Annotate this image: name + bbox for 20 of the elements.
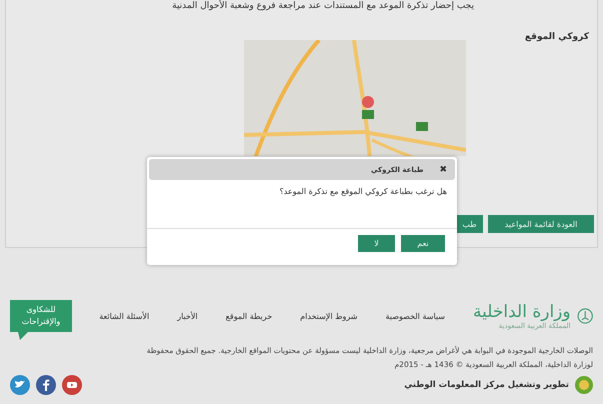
no-button[interactable]: لا <box>358 235 395 252</box>
back-button[interactable]: العودة لقائمة المواعيد <box>488 215 594 233</box>
speech-tail-icon <box>18 332 28 340</box>
youtube-icon[interactable] <box>62 375 82 395</box>
feedback-button[interactable]: للشكاوى والإقتراحات <box>10 300 72 332</box>
footer-link[interactable]: شروط الإستخدام <box>300 312 358 320</box>
center-logo-icon <box>575 376 593 394</box>
ministry-name: وزارة الداخلية <box>473 302 571 322</box>
print-button[interactable]: طب <box>456 215 483 233</box>
credit-text: تطوير وتشغيل مركز المعلومات الوطني <box>404 380 569 390</box>
twitter-icon[interactable] <box>10 375 30 395</box>
dialog-message: هل ترغب بطباعة كروكي الموقع مع تذكرة الموعد؟ <box>147 182 457 229</box>
footer-link[interactable]: الأخبار <box>177 312 198 320</box>
footer-link[interactable]: سياسة الخصوصية <box>386 312 445 320</box>
footer-link[interactable]: الأسئلة الشائعة <box>99 312 150 320</box>
facebook-icon[interactable] <box>36 375 56 395</box>
footer-link[interactable]: خريطة الموقع <box>226 312 272 320</box>
yes-button[interactable]: نعم <box>401 235 445 252</box>
close-button[interactable]: ✖ <box>439 164 447 174</box>
section-label: كروكي الموقع <box>524 32 590 42</box>
